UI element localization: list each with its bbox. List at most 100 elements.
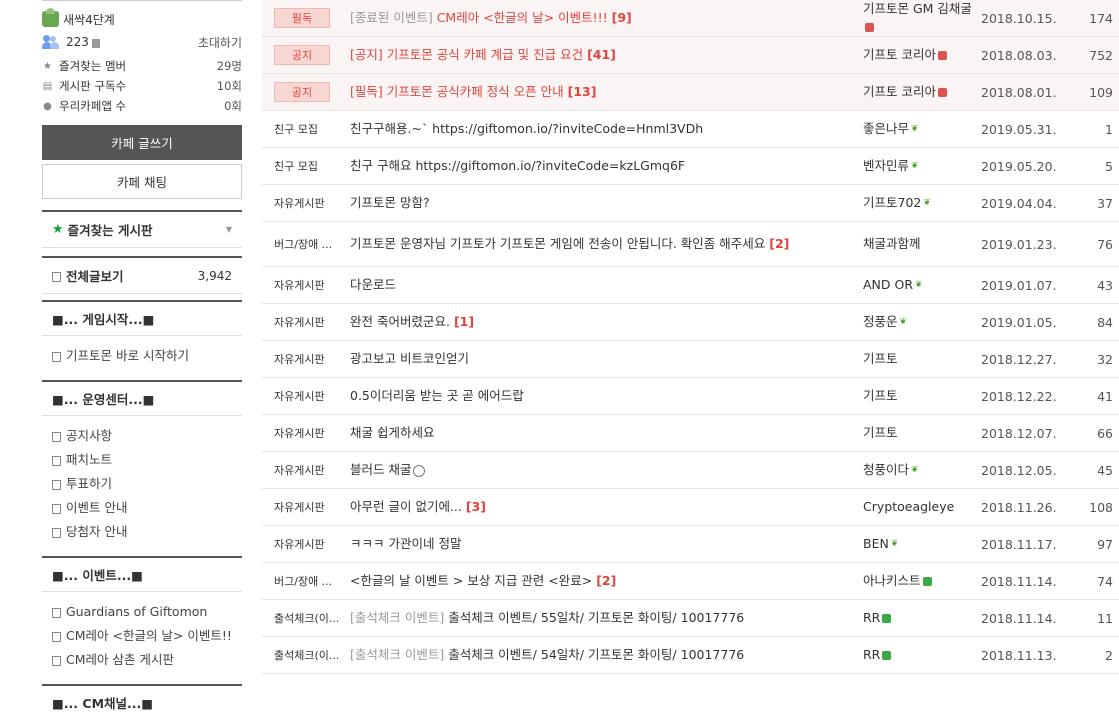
post-author[interactable]: 기프토 코리아 [863,46,981,64]
author-name[interactable]: RR [863,647,880,662]
post-title-link[interactable]: 블러드 채굴 [350,462,411,477]
author-name[interactable]: 기프토 [863,388,898,403]
cafe-write-button[interactable]: 카페 글쓰기 [42,125,242,160]
author-name[interactable]: 좋은나무 [863,121,909,136]
all-posts-link[interactable]: 전체글보기 3,942 [42,256,242,294]
post-title-link[interactable]: CM레아 <한글의 날> 이벤트!!! [437,10,608,25]
sidebar-board-link[interactable]: Guardians of Giftomon [52,600,232,624]
post-title-link[interactable]: 기프토몬 망함? [350,195,430,210]
post-title-link[interactable]: [공지] 기프토몬 공식 카페 계급 및 진급 요건 [350,47,583,62]
post-title-link[interactable]: 출석체크 이벤트/ 55일차/ 기프토몬 화이팅/ 10017776 [448,610,744,625]
comment-count[interactable]: [2] [596,573,616,588]
post-title-link[interactable]: 0.5이더리움 받는 곳 곧 에어드랍 [350,388,524,403]
author-name[interactable]: 기프토 [863,425,898,440]
author-name[interactable]: 벤자민류 [863,158,909,173]
sidebar: 새싹4단계 223 초대하기 ★ 즐겨찾는 멤버 29명 ▤ 게시판 구독수 10회 ● 우리… [42,0,242,716]
post-title-link[interactable]: 다운로드 [350,277,396,292]
post-author[interactable]: 기프토 [863,387,981,405]
post-author[interactable]: 채굴과함께 [863,235,981,253]
post-author[interactable]: 기프토702 ❦ [863,194,981,213]
sidebar-board-link[interactable]: CM레아 삼촌 게시판 [52,648,232,672]
comment-count[interactable]: [13] [568,84,597,99]
post-title-link[interactable]: 채굴 쉽게하세요 [350,425,434,440]
author-name[interactable]: 기프토702 [863,195,921,210]
post-title-prefix[interactable]: [종료된 이벤트] [350,10,437,25]
post-author[interactable]: 아나키스트 [863,572,981,590]
post-title-link[interactable]: 아무런 글이 없기에... [350,499,462,514]
post-author[interactable]: 청풍이다 ❦ [863,461,981,480]
post-author[interactable]: 정풍운 ❦ [863,313,981,332]
table-row: 자유게시판 완전 죽어버렸군요. [1] 정풍운 ❦ 2019.01.05. 84 [262,304,1119,341]
post-title-link[interactable]: 친구 구해요 https://giftomon.io/?inviteCode=k… [350,158,685,173]
table-row: 버그/장애 ... 기프토몬 운영자님 기프토가 기프토몬 게임에 전송이 안됩니… [262,222,1119,267]
author-name[interactable]: RR [863,610,880,625]
sidebar-board-link[interactable]: CM레아 <한글의 날> 이벤트!! [52,624,232,648]
post-title-link[interactable]: 기프토몬 운영자님 기프토가 기프토몬 게임에 전송이 안됩니다. 확인좀 해주… [350,236,765,251]
sidebar-board-link[interactable]: 공지사항 [52,424,232,448]
comment-count[interactable]: [2] [769,236,789,251]
author-name[interactable]: Cryptoeagleye [863,499,954,514]
author-name[interactable]: 채굴과함께 [863,236,921,251]
author-name[interactable]: AND OR [863,277,913,292]
sidebar-board-link[interactable]: 투표하기 [52,472,232,496]
cafe-chat-button[interactable]: 카페 채팅 [42,164,242,199]
post-author[interactable]: 좋은나무 ❦ [863,120,981,139]
post-author[interactable]: 기프토 [863,424,981,442]
post-author[interactable]: 벤자민류 ❦ [863,157,981,176]
post-title-link[interactable]: 친구구해용.~` https://giftomon.io/?inviteCode… [350,121,703,136]
comment-count[interactable]: [41] [587,47,616,62]
board-icon [52,480,61,490]
post-category[interactable]: 버그/장애 ... [262,573,350,589]
favorite-boards-toggle[interactable]: ★ 즐겨찾는 게시판 ▼ [42,210,242,248]
author-name[interactable]: 아나키스트 [863,573,921,588]
post-title-link[interactable]: 출석체크 이벤트/ 54일차/ 기프토몬 화이팅/ 10017776 [448,647,744,662]
comment-count[interactable]: [1] [454,314,474,329]
post-title-prefix[interactable]: [출석체크 이벤트] [350,610,448,625]
post-title-link[interactable]: ㅋㅋㅋ 가관이네 정말 [350,536,461,551]
post-category[interactable]: 자유게시판 [262,195,350,211]
post-author[interactable]: RR [863,646,981,664]
post-title-link[interactable]: 완전 죽어버렸군요. [350,314,450,329]
post-category[interactable]: 자유게시판 [262,499,350,515]
invite-link[interactable]: 초대하기 [198,34,242,51]
post-category[interactable]: 출석체크(이... [262,647,350,663]
sidebar-board-link[interactable]: 기프토몬 바로 시작하기 [52,344,232,368]
post-date: 2018.11.17. [981,536,1057,552]
post-author[interactable]: 기프토몬 GM 김채굴 [863,0,981,36]
author-name[interactable]: 청풍이다 [863,462,909,477]
post-category[interactable]: 자유게시판 [262,536,350,552]
post-category[interactable]: 친구 모집 [262,121,350,137]
comment-count[interactable]: [3] [466,499,486,514]
post-category[interactable]: 자유게시판 [262,425,350,441]
sidebar-board-link[interactable]: 당첨자 안내 [52,520,232,544]
post-category[interactable]: 자유게시판 [262,277,350,293]
post-title-prefix[interactable]: [출석체크 이벤트] [350,647,448,662]
sidebar-board-link[interactable]: 이벤트 안내 [52,496,232,520]
author-name[interactable]: 기프토 코리아 [863,47,936,62]
post-author[interactable]: Cryptoeagleye [863,498,981,516]
post-category[interactable]: 출석체크(이... [262,610,350,626]
post-views: 11 [1097,610,1113,626]
level-row: 새싹4단계 [42,8,242,29]
post-author[interactable]: 기프토 코리아 [863,83,981,101]
post-author[interactable]: RR [863,609,981,627]
post-author[interactable]: BEN ❦ [863,535,981,554]
post-category[interactable]: 버그/장애 ... [262,236,350,252]
post-category[interactable]: 친구 모집 [262,158,350,174]
post-title-link[interactable]: 광고보고 비트코인얻기 [350,351,469,366]
post-title-link[interactable]: <한글의 날 이벤트 > 보상 지급 관련 <완료> [350,573,592,588]
post-category[interactable]: 자유게시판 [262,314,350,330]
post-category[interactable]: 자유게시판 [262,388,350,404]
author-name[interactable]: 기프토 코리아 [863,84,936,99]
post-category[interactable]: 자유게시판 [262,351,350,367]
post-author[interactable]: 기프토 [863,350,981,368]
post-author[interactable]: AND OR ❦ [863,276,981,295]
author-name[interactable]: 정풍운 [863,314,898,329]
author-name[interactable]: BEN [863,536,889,551]
comment-count[interactable]: [9] [612,10,632,25]
sidebar-board-link[interactable]: 패치노트 [52,448,232,472]
post-category[interactable]: 자유게시판 [262,462,350,478]
author-name[interactable]: 기프토몬 GM 김채굴 [863,1,972,16]
post-title-link[interactable]: [필독] 기프토몬 공식카페 정식 오픈 안내 [350,84,564,99]
author-name[interactable]: 기프토 [863,351,898,366]
